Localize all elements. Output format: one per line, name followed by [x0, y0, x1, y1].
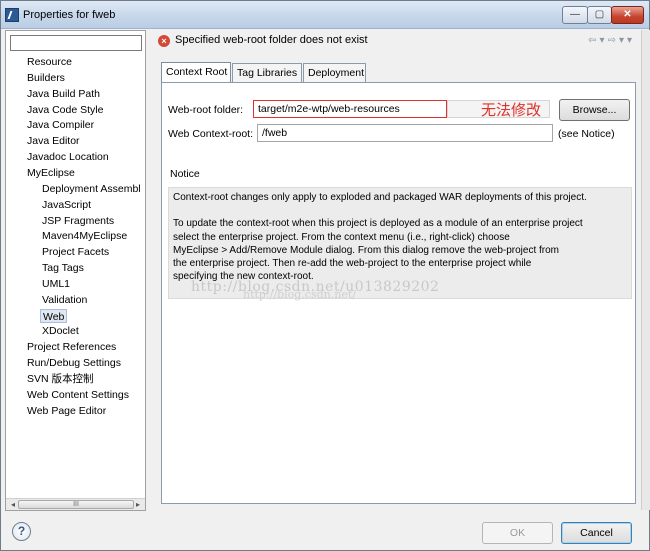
notice-line: Context-root changes only apply to explo…: [173, 192, 587, 203]
see-notice-label: (see Notice): [558, 128, 615, 140]
error-icon: ×: [158, 35, 170, 47]
vertical-scroll-edge: [641, 30, 650, 510]
scroll-left-icon[interactable]: ◂: [8, 500, 18, 510]
tree-item[interactable]: Java Compiler: [27, 118, 145, 132]
tree-item[interactable]: Web Content Settings: [27, 388, 145, 402]
tree-item[interactable]: Validation: [42, 293, 145, 307]
myeclipse-icon: [5, 8, 19, 22]
notice-line: MyEclipse > Add/Remove Module dialog. Fr…: [173, 244, 560, 256]
ok-button[interactable]: OK: [482, 522, 553, 544]
notice-heading: Notice: [170, 168, 200, 180]
tree-item[interactable]: XDoclet: [42, 324, 145, 338]
tab-deployment[interactable]: Deployment: [303, 63, 366, 82]
browse-button[interactable]: Browse...: [559, 99, 630, 121]
annotation-text: 无法修改: [481, 102, 542, 119]
tab-context-root[interactable]: Context Root: [161, 62, 231, 83]
help-icon[interactable]: ?: [12, 522, 31, 541]
tree-item[interactable]: Maven4MyEclipse: [42, 229, 145, 243]
preference-tree-panel: Resource Builders Java Build Path Java Code…: [5, 30, 146, 511]
minimize-button[interactable]: —: [562, 6, 588, 24]
tree-item[interactable]: Builders: [27, 71, 145, 85]
tree-item[interactable]: JavaScript: [42, 198, 145, 212]
context-root-input[interactable]: [257, 124, 553, 142]
tree-item[interactable]: Tag Tags: [42, 261, 145, 275]
tree-item[interactable]: Run/Debug Settings: [27, 356, 145, 370]
notice-box: specifying the new context-root. the ente…: [168, 187, 632, 301]
title-bar[interactable]: Properties for fweb — ▢ ✕: [1, 1, 649, 29]
tree-item[interactable]: JSP Fragments: [42, 214, 145, 228]
tree-item[interactable]: Project References: [27, 340, 145, 354]
tree-item[interactable]: Java Editor: [27, 134, 145, 148]
scroll-right-icon[interactable]: ▸: [133, 500, 143, 510]
tree-item[interactable]: UML1: [42, 277, 145, 291]
close-button[interactable]: ✕: [611, 6, 644, 24]
tab-tag-libraries[interactable]: Tag Libraries: [232, 63, 302, 82]
tree-item[interactable]: Project Facets: [42, 245, 145, 259]
tree-item[interactable]: Web Page Editor: [27, 404, 145, 418]
notice-line: select the enterprise project. From the …: [173, 231, 510, 243]
error-message: Specified web-root folder does not exist: [175, 34, 368, 46]
tree-item[interactable]: Java Build Path: [27, 87, 145, 101]
webroot-field[interactable]: target/m2e-wtp/web-resources: [253, 100, 447, 118]
properties-dialog: Properties for fweb — ▢ ✕ Resource Builde…: [0, 0, 650, 551]
notice-line: the enterprise project. Then re-add the …: [173, 258, 532, 269]
tree-item[interactable]: MyEclipse: [27, 166, 145, 180]
context-root-label: Web Context-root:: [168, 128, 254, 140]
tree-item[interactable]: Javadoc Location: [27, 150, 145, 164]
watermark-text-secondary: http://blog.csdn.net/: [243, 288, 356, 301]
notice-line: To update the context-root when this pro…: [173, 218, 583, 230]
tree-item[interactable]: SVN 版本控制: [27, 372, 145, 386]
scroll-thumb[interactable]: III: [18, 500, 134, 509]
window-title: Properties for fweb: [23, 9, 116, 21]
history-nav-icons[interactable]: ⇦▾⇨▾▾: [588, 35, 635, 46]
webroot-label: Web-root folder:: [168, 104, 244, 116]
tree-item[interactable]: Resource: [27, 55, 145, 69]
message-bar: × Specified web-root folder does not exi…: [149, 30, 641, 55]
filter-input[interactable]: [10, 35, 142, 51]
tree-item[interactable]: Java Code Style: [27, 103, 145, 117]
tree-item[interactable]: Web: [40, 308, 68, 323]
maximize-button[interactable]: ▢: [587, 6, 612, 24]
horizontal-scrollbar[interactable]: ◂ III ▸: [6, 498, 145, 510]
cancel-button[interactable]: Cancel: [561, 522, 632, 544]
tab-content: Web-root folder: target/m2e-wtp/web-reso…: [161, 82, 636, 504]
tree-item[interactable]: Deployment Assembl: [42, 182, 145, 196]
